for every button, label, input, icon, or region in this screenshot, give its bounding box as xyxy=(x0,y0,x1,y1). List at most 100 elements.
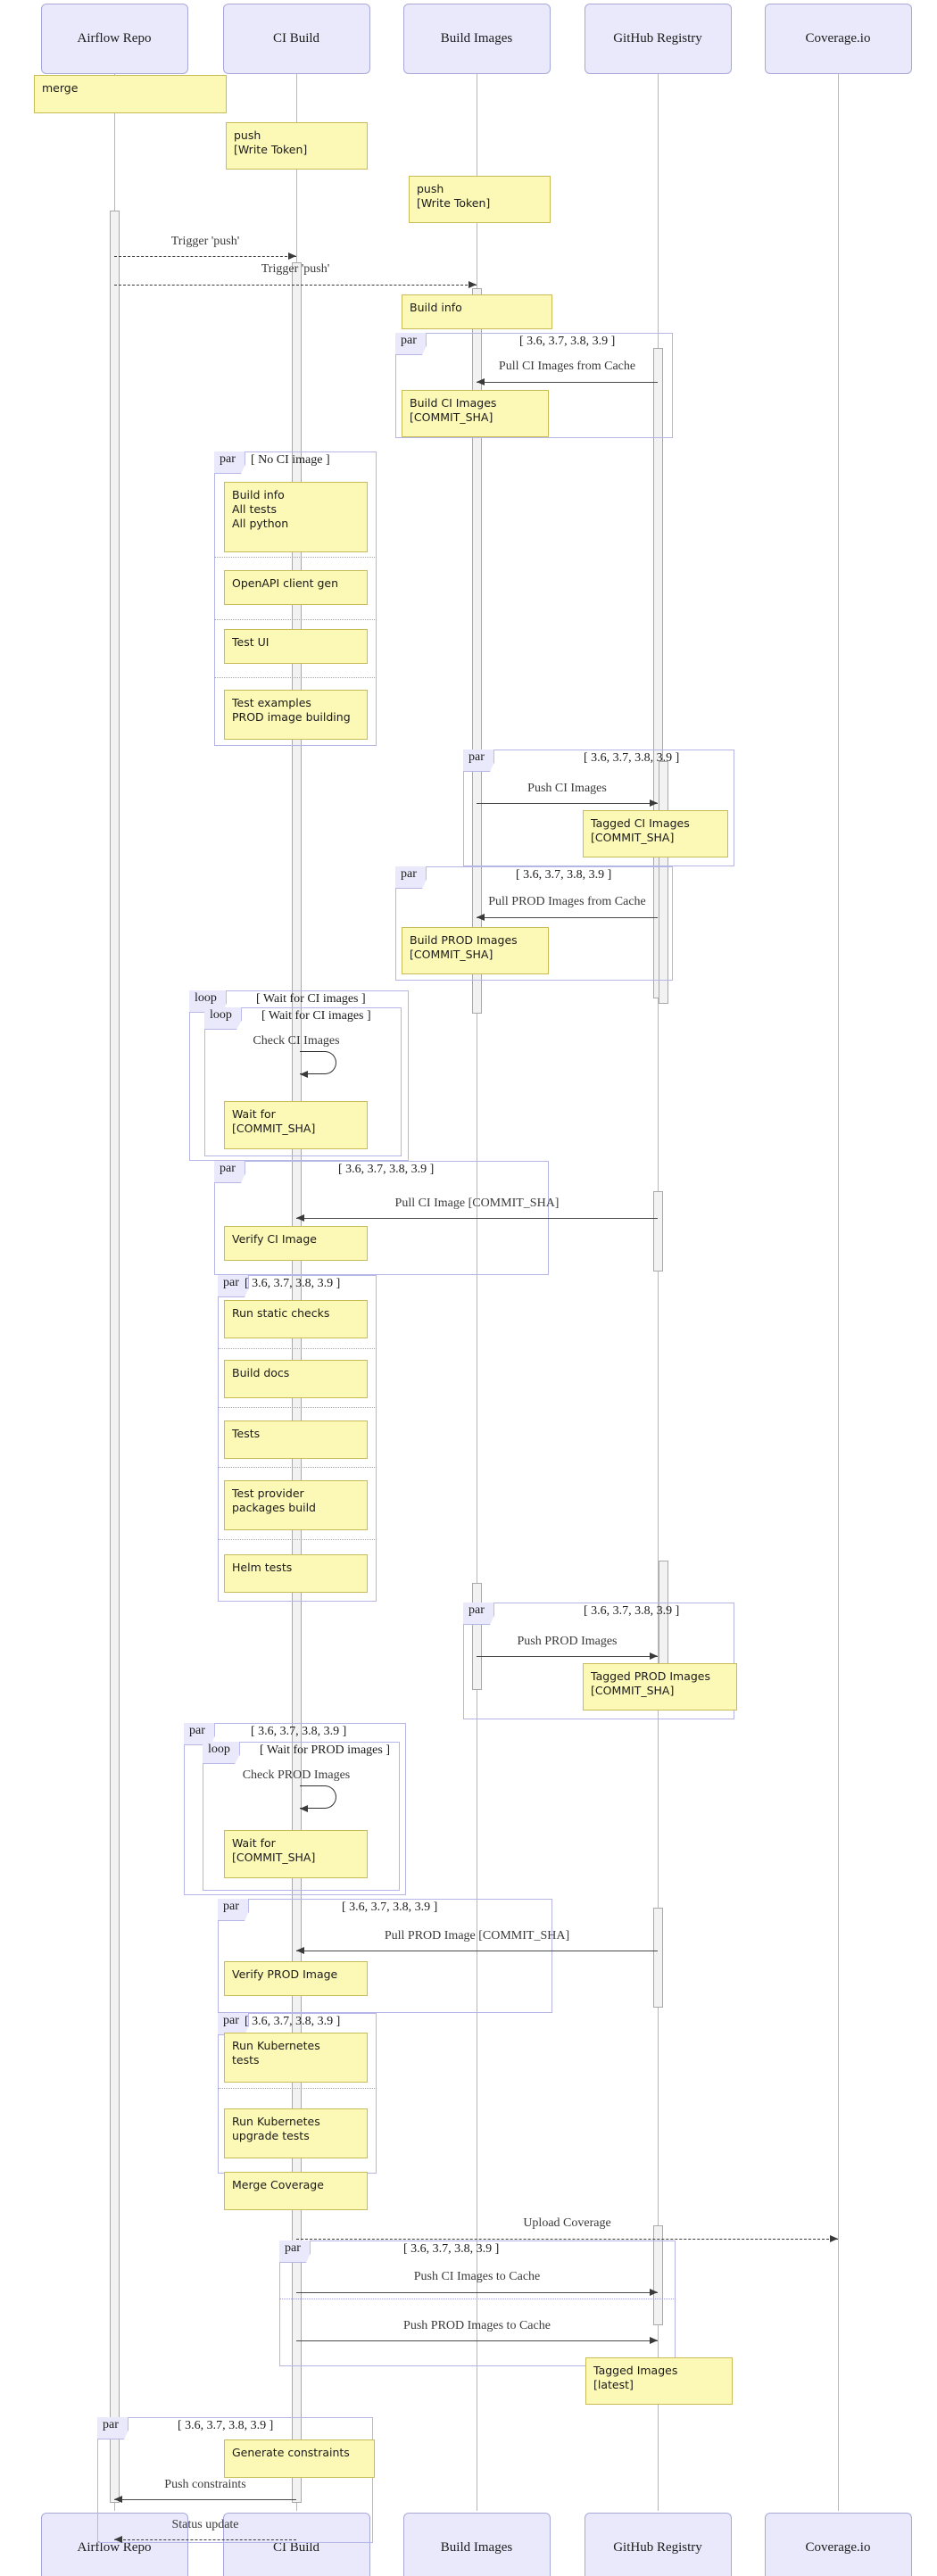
fragment-condition-f8: [ 3.6, 3.7, 3.8, 3.9 ] xyxy=(584,1604,680,1618)
fragment-condition-f11: [ 3.6, 3.7, 3.8, 3.9 ] xyxy=(342,1901,438,1914)
fragment-condition-f1: [ 3.6, 3.7, 3.8, 3.9 ] xyxy=(519,335,616,348)
message-label-m11: Upload Coverage xyxy=(523,2216,611,2230)
note-n-verify-ci: Verify CI Image xyxy=(224,1226,368,1261)
message-arrowhead-m13 xyxy=(650,2337,658,2344)
fragment-condition-f14: [ 3.6, 3.7, 3.8, 3.9 ] xyxy=(178,2419,274,2432)
message-label-m8: Push PROD Images xyxy=(517,1635,618,1648)
note-n-push-images: push [Write Token] xyxy=(409,176,551,223)
note-n-tagged-prod: Tagged PROD Images [COMMIT_SHA] xyxy=(583,1663,737,1710)
fragment-divider-f2-0 xyxy=(214,557,377,558)
message-label-m1: Trigger 'push' xyxy=(170,235,240,248)
note-n-k8s-tests: Run Kubernetes tests xyxy=(224,2033,368,2083)
note-n-static-checks: Run static checks xyxy=(224,1300,368,1338)
message-arrowhead-m2 xyxy=(468,281,477,288)
message-line-m12 xyxy=(296,2292,658,2293)
participant-label: Build Images xyxy=(440,2540,513,2555)
note-n-push-ci: push [Write Token] xyxy=(226,122,368,170)
note-n-gen-constraints: Generate constraints xyxy=(224,2439,375,2478)
message-line-m4 xyxy=(477,803,658,804)
fragment-divider-f7-3 xyxy=(218,1539,377,1540)
fragment-condition-f12: [ 3.6, 3.7, 3.8, 3.9 ] xyxy=(245,2015,341,2028)
fragment-operator-f8: par xyxy=(463,1603,494,1625)
participant-label: GitHub Registry xyxy=(613,31,702,46)
message-label-m7: Pull CI Image [COMMIT_SHA] xyxy=(394,1197,560,1210)
participant-coverage-bottom[interactable]: Coverage.io xyxy=(764,2513,912,2576)
fragment-operator-f2: par xyxy=(214,451,245,474)
message-line-m15 xyxy=(114,2539,296,2540)
note-n-verify-prod: Verify PROD Image xyxy=(224,1961,368,1996)
message-arrowhead-m12 xyxy=(650,2289,658,2296)
note-n-helm-tests: Helm tests xyxy=(224,1554,368,1593)
fragment-condition-f7: [ 3.6, 3.7, 3.8, 3.9 ] xyxy=(245,1277,341,1290)
note-n-wait-prod: Wait for [COMMIT_SHA] xyxy=(224,1830,368,1878)
note-n-build-ci-imgs: Build CI Images [COMMIT_SHA] xyxy=(402,390,549,437)
note-n-k8s-upgrade: Run Kubernetes upgrade tests xyxy=(224,2108,368,2158)
message-line-m2 xyxy=(114,285,477,286)
participant-repo-top[interactable]: Airflow Repo xyxy=(40,4,188,74)
message-line-m13 xyxy=(296,2340,658,2341)
participant-label: GitHub Registry xyxy=(613,2540,702,2555)
fragment-f13 xyxy=(279,2241,676,2366)
message-arrowhead-m15 xyxy=(114,2536,122,2543)
fragment-operator-f5: loop xyxy=(204,1007,242,1030)
message-line-m1 xyxy=(114,256,296,257)
message-line-m11 xyxy=(296,2239,838,2240)
participant-label: Airflow Repo xyxy=(77,31,152,46)
participant-label: Coverage.io xyxy=(805,2540,871,2555)
fragment-condition-f5: [ Wait for CI images ] xyxy=(261,1009,371,1023)
fragment-operator-f11: par xyxy=(218,1899,249,1921)
message-label-m10: Pull PROD Image [COMMIT_SHA] xyxy=(384,1929,570,1942)
message-arrowhead-m5 xyxy=(477,914,485,921)
note-n-tagged-ci: Tagged CI Images [COMMIT_SHA] xyxy=(583,810,728,857)
fragment-operator-f13: par xyxy=(279,2241,311,2263)
fragment-operator-f6: par xyxy=(214,1161,245,1183)
participant-images-bottom[interactable]: Build Images xyxy=(402,2513,551,2576)
fragment-divider-f2-1 xyxy=(214,619,377,620)
message-arrowhead-m10 xyxy=(296,1947,304,1954)
participant-images-top[interactable]: Build Images xyxy=(402,4,551,74)
message-line-m3 xyxy=(477,382,658,383)
message-line-m14 xyxy=(114,2499,296,2500)
fragment-divider-f12-0 xyxy=(218,2088,377,2089)
message-label-m2: Trigger 'push' xyxy=(261,262,330,276)
participant-ci-top[interactable]: CI Build xyxy=(222,4,370,74)
note-n-merge: merge xyxy=(34,75,227,113)
participant-label: CI Build xyxy=(272,31,320,46)
participant-registry-bottom[interactable]: GitHub Registry xyxy=(584,2513,732,2576)
note-n-wait-ci: Wait for [COMMIT_SHA] xyxy=(224,1101,368,1149)
self-message-arrowhead-m9 xyxy=(300,1805,308,1812)
message-label-m15: Status update xyxy=(171,2518,239,2531)
message-arrowhead-m14 xyxy=(114,2496,122,2503)
participant-coverage-top[interactable]: Coverage.io xyxy=(764,4,912,74)
fragment-operator-f14: par xyxy=(97,2417,129,2439)
message-label-m13: Push PROD Images to Cache xyxy=(403,2319,551,2332)
message-label-m6: Check CI Images xyxy=(253,1034,340,1048)
fragment-condition-f9: [ 3.6, 3.7, 3.8, 3.9 ] xyxy=(251,1725,347,1738)
fragment-condition-f3: [ 3.6, 3.7, 3.8, 3.9 ] xyxy=(584,751,680,765)
message-label-m3: Pull CI Images from Cache xyxy=(498,360,636,373)
note-n-merge-coverage: Merge Coverage xyxy=(224,2172,368,2210)
activation-registry-9 xyxy=(652,1908,663,2008)
note-n-build-info-2: Build info All tests All python xyxy=(224,482,368,552)
message-label-m4: Push CI Images xyxy=(527,782,607,795)
message-line-m8 xyxy=(477,1656,658,1657)
fragment-divider-f7-1 xyxy=(218,1407,377,1408)
fragment-condition-f13: [ 3.6, 3.7, 3.8, 3.9 ] xyxy=(403,2242,500,2256)
note-n-build-docs: Build docs xyxy=(224,1360,368,1398)
message-label-m14: Push constraints xyxy=(164,2478,246,2491)
participant-registry-top[interactable]: GitHub Registry xyxy=(584,4,732,74)
message-arrowhead-m4 xyxy=(650,799,658,807)
message-arrowhead-m3 xyxy=(477,378,485,385)
message-arrowhead-m8 xyxy=(650,1652,658,1660)
fragment-condition-f6: [ 3.6, 3.7, 3.8, 3.9 ] xyxy=(338,1163,435,1176)
fragment-condition-f5: [ Wait for CI images ] xyxy=(256,992,366,1006)
fragment-operator-f3: par xyxy=(463,750,494,772)
fragment-operator-f1: par xyxy=(395,333,427,355)
note-n-tagged-latest: Tagged Images [latest] xyxy=(585,2357,733,2405)
message-arrowhead-m11 xyxy=(830,2235,838,2242)
participant-label: Coverage.io xyxy=(805,31,871,46)
message-label-m9: Check PROD Images xyxy=(242,1768,351,1782)
message-arrowhead-m1 xyxy=(288,253,296,260)
fragment-divider-f7-0 xyxy=(218,1348,377,1349)
message-arrowhead-m7 xyxy=(296,1214,304,1222)
